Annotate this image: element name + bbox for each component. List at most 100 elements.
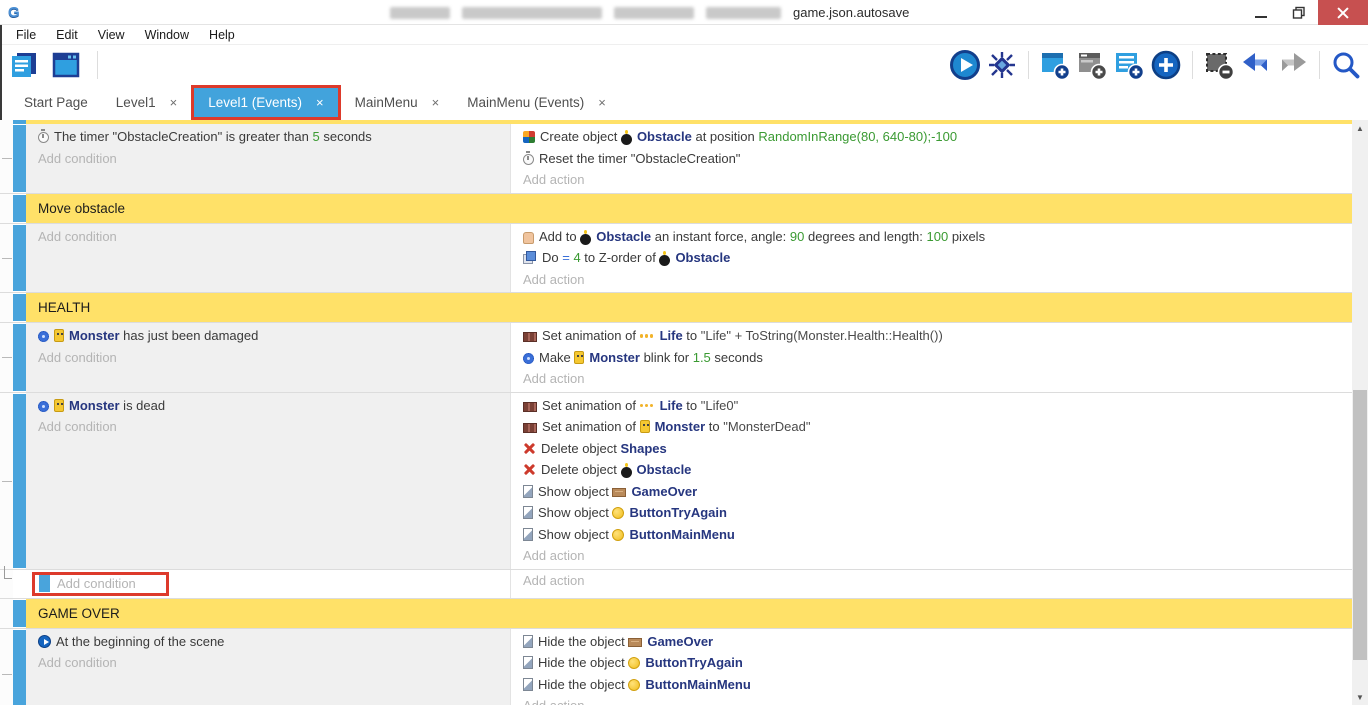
add-action-button[interactable]: Add action — [511, 545, 1352, 567]
minimize-button[interactable] — [1242, 0, 1280, 25]
tab-close-icon[interactable]: × — [432, 95, 440, 110]
add-condition-button[interactable]: Add condition — [26, 416, 510, 438]
action-line[interactable]: Make Monster blink for 1.5 seconds — [511, 347, 1352, 369]
event-drag-handle[interactable] — [13, 225, 26, 292]
comment-row[interactable]: GAME OVER — [0, 599, 1352, 629]
action-line[interactable]: Set animation of Monster to "MonsterDead… — [511, 416, 1352, 438]
event-drag-handle[interactable] — [13, 125, 26, 192]
action-line[interactable]: Set animation of Life to "Life0" — [511, 395, 1352, 417]
action-line[interactable]: Show object ButtonTryAgain — [511, 502, 1352, 524]
conditions-cell[interactable]: Monster has just been damagedAdd conditi… — [26, 323, 510, 392]
add-condition-button[interactable]: Add condition — [26, 347, 510, 369]
conditions-cell[interactable]: At the beginning of the sceneAdd conditi… — [26, 629, 510, 705]
condition-line[interactable]: Monster is dead — [26, 395, 510, 417]
tab-mainmenu[interactable]: MainMenu × — [341, 85, 454, 120]
tab-level1-events[interactable]: Level1 (Events) × — [194, 88, 337, 117]
add-sub-event-button[interactable] — [1076, 49, 1108, 81]
condition-line[interactable]: Monster has just been damaged — [26, 325, 510, 347]
add-other-event-button[interactable] — [1150, 49, 1182, 81]
action-line[interactable]: Delete object Obstacle — [511, 459, 1352, 481]
action-line[interactable]: Show object ButtonMainMenu — [511, 524, 1352, 546]
action-line[interactable]: Do = 4 to Z-order of Obstacle — [511, 247, 1352, 269]
text-segment: 5 — [313, 129, 320, 144]
conditions-cell[interactable]: The timer "ObstacleCreation" is greater … — [26, 124, 510, 193]
menu-file[interactable]: File — [6, 28, 46, 42]
restore-button[interactable] — [1280, 0, 1318, 25]
add-action-button[interactable]: Add action — [511, 695, 1352, 705]
tab-mainmenu-events[interactable]: MainMenu (Events) × — [453, 85, 620, 120]
actions-cell[interactable]: Set animation of Life to "Life0"Set anim… — [510, 393, 1352, 569]
text-segment: to — [683, 328, 701, 343]
add-condition-button[interactable]: Add condition — [26, 226, 510, 248]
menu-help[interactable]: Help — [199, 28, 245, 42]
comment-row[interactable]: Move obstacle — [0, 194, 1352, 224]
tab-start-page[interactable]: Start Page — [10, 85, 102, 120]
debug-button[interactable] — [986, 49, 1018, 81]
actions-cell[interactable]: Add action — [510, 570, 1352, 598]
menu-view[interactable]: View — [88, 28, 135, 42]
preview-play-button[interactable] — [949, 49, 981, 81]
search-button[interactable] — [1330, 49, 1362, 81]
project-manager-button[interactable] — [8, 49, 40, 81]
event-row[interactable]: The timer "ObstacleCreation" is greater … — [0, 124, 1352, 194]
conditions-cell[interactable]: Add condition — [26, 224, 510, 293]
delete-event-button[interactable] — [1203, 49, 1235, 81]
event-drag-handle[interactable] — [13, 324, 26, 391]
comment-text[interactable]: Move obstacle — [26, 194, 1352, 223]
action-line[interactable]: Set animation of Life to "Life" + ToStri… — [511, 325, 1352, 347]
tab-close-icon[interactable]: × — [598, 95, 606, 110]
add-condition-button[interactable]: Add condition — [26, 148, 510, 170]
scene-editor-button[interactable] — [50, 49, 82, 81]
add-comment-button[interactable] — [1113, 49, 1145, 81]
event-drag-handle[interactable] — [13, 630, 26, 705]
menu-edit[interactable]: Edit — [46, 28, 88, 42]
actions-cell[interactable]: Create object Obstacle at position Rando… — [510, 124, 1352, 193]
conditions-cell[interactable]: Add condition — [26, 570, 510, 598]
conditions-cell[interactable]: Monster is deadAdd condition — [26, 393, 510, 569]
tab-close-icon[interactable]: × — [170, 95, 178, 110]
event-drag-handle[interactable] — [13, 195, 26, 222]
action-line[interactable]: Delete object Shapes — [511, 438, 1352, 460]
scrollbar-thumb[interactable] — [1353, 390, 1367, 660]
add-action-button[interactable]: Add action — [511, 269, 1352, 291]
add-condition-button[interactable]: Add condition — [26, 652, 510, 674]
event-row[interactable]: Add conditionAdd to Obstacle an instant … — [0, 224, 1352, 294]
action-line[interactable]: Hide the object GameOver — [511, 631, 1352, 653]
condition-line[interactable]: The timer "ObstacleCreation" is greater … — [26, 126, 510, 148]
scroll-down-arrow-icon[interactable]: ▼ — [1352, 689, 1368, 705]
event-drag-handle[interactable] — [13, 294, 26, 321]
add-action-button[interactable]: Add action — [511, 368, 1352, 390]
actions-cell[interactable]: Set animation of Life to "Life" + ToStri… — [510, 323, 1352, 392]
action-line[interactable]: Add to Obstacle an instant force, angle:… — [511, 226, 1352, 248]
actions-cell[interactable]: Add to Obstacle an instant force, angle:… — [510, 224, 1352, 293]
event-drag-handle[interactable] — [13, 600, 26, 627]
event-drag-handle[interactable] — [13, 394, 26, 568]
action-line[interactable]: Create object Obstacle at position Rando… — [511, 126, 1352, 148]
add-action-button[interactable]: Add action — [511, 169, 1352, 191]
selection-handle[interactable] — [39, 575, 50, 592]
menu-window[interactable]: Window — [135, 28, 199, 42]
comment-text[interactable]: HEALTH — [26, 293, 1352, 322]
undo-button[interactable] — [1240, 49, 1272, 81]
tab-level1[interactable]: Level1 × — [102, 85, 191, 120]
scroll-up-arrow-icon[interactable]: ▲ — [1352, 120, 1368, 136]
comment-row[interactable]: HEALTH — [0, 293, 1352, 323]
actions-cell[interactable]: Hide the object GameOverHide the object … — [510, 629, 1352, 705]
action-line[interactable]: Hide the object ButtonMainMenu — [511, 674, 1352, 696]
add-condition-button[interactable]: Add condition — [26, 572, 510, 596]
event-row[interactable]: Add conditionAdd action — [0, 570, 1352, 599]
event-row[interactable]: At the beginning of the sceneAdd conditi… — [0, 629, 1352, 705]
condition-line[interactable]: At the beginning of the scene — [26, 631, 510, 653]
vertical-scrollbar[interactable]: ▲ ▼ — [1352, 120, 1368, 705]
tab-close-icon[interactable]: × — [316, 95, 324, 110]
add-action-button[interactable]: Add action — [511, 572, 1352, 590]
close-button[interactable] — [1318, 0, 1368, 25]
event-row[interactable]: Monster has just been damagedAdd conditi… — [0, 323, 1352, 393]
action-line[interactable]: Show object GameOver — [511, 481, 1352, 503]
add-event-button[interactable] — [1039, 49, 1071, 81]
comment-text[interactable]: GAME OVER — [26, 599, 1352, 628]
redo-button[interactable] — [1277, 49, 1309, 81]
event-row[interactable]: Monster is deadAdd conditionSet animatio… — [0, 393, 1352, 570]
action-line[interactable]: Reset the timer "ObstacleCreation" — [511, 148, 1352, 170]
action-line[interactable]: Hide the object ButtonTryAgain — [511, 652, 1352, 674]
